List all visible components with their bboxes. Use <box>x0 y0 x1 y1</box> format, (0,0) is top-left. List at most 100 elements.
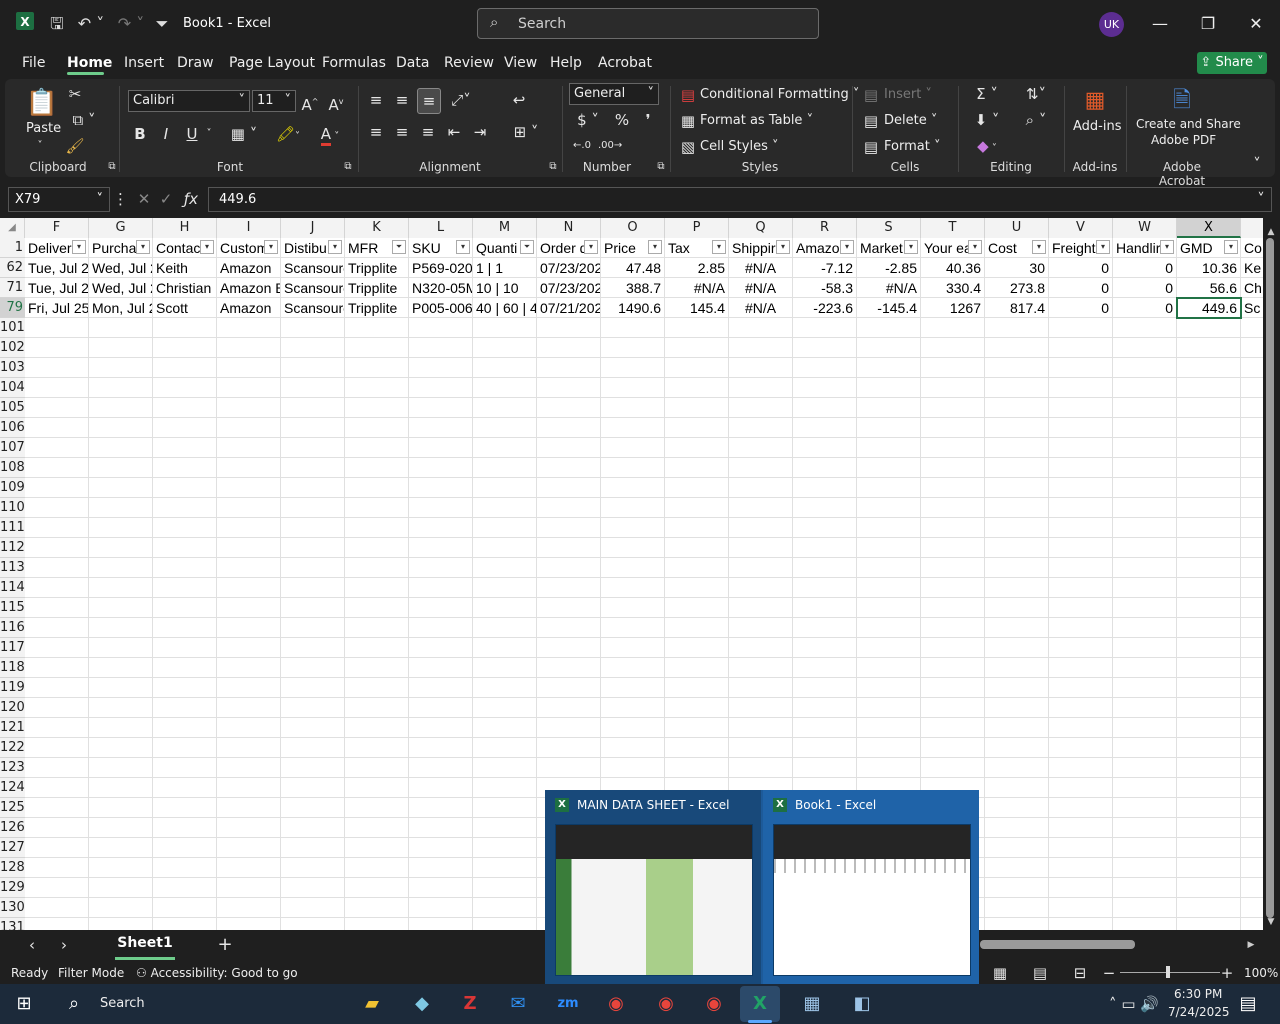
empty-cell[interactable] <box>153 438 217 458</box>
system-tray-icons[interactable]: ˄ ▭ 🔊 <box>1094 992 1174 1016</box>
empty-cell[interactable] <box>473 878 537 898</box>
empty-cell[interactable] <box>537 598 601 618</box>
table-header-cell[interactable]: Cost ▾ <box>985 238 1049 258</box>
empty-cell[interactable] <box>89 758 153 778</box>
empty-cell[interactable] <box>537 578 601 598</box>
empty-cell[interactable] <box>217 338 281 358</box>
empty-cell[interactable] <box>857 318 921 338</box>
empty-cell[interactable] <box>89 698 153 718</box>
empty-cell[interactable] <box>1113 578 1177 598</box>
empty-cell[interactable] <box>153 738 217 758</box>
empty-cell[interactable] <box>921 738 985 758</box>
filter-dropdown-icon[interactable]: ▾ <box>1224 240 1238 254</box>
decrease-decimal-icon[interactable]: .00→ <box>598 134 622 158</box>
underline-button[interactable]: U <box>182 122 202 146</box>
empty-cell[interactable] <box>537 338 601 358</box>
empty-cell[interactable] <box>665 458 729 478</box>
fill-icon[interactable]: ⬇ ˅ <box>966 108 1008 132</box>
empty-cell[interactable] <box>345 578 409 598</box>
empty-cell[interactable] <box>345 458 409 478</box>
empty-cell[interactable] <box>729 518 793 538</box>
empty-cell[interactable] <box>729 638 793 658</box>
empty-cell[interactable] <box>473 338 537 358</box>
increase-font-size-icon[interactable]: A^ <box>300 90 320 114</box>
empty-cell[interactable] <box>985 378 1049 398</box>
empty-cell[interactable] <box>1113 538 1177 558</box>
empty-cell[interactable] <box>345 318 409 338</box>
table-cell[interactable]: Tue, Jul 29 <box>25 278 89 298</box>
empty-cell[interactable] <box>857 638 921 658</box>
empty-cell[interactable] <box>921 438 985 458</box>
empty-cell[interactable] <box>537 618 601 638</box>
app-icon[interactable]: ◆ <box>402 986 442 1022</box>
row-header-106[interactable]: 106 <box>0 418 25 438</box>
column-header-s[interactable]: S <box>857 218 921 238</box>
empty-cell[interactable] <box>217 738 281 758</box>
table-header-cell[interactable]: Custom ▾ <box>217 238 281 258</box>
delete-cells-button[interactable]: Delete ˅ <box>884 110 937 132</box>
empty-cell[interactable] <box>601 758 665 778</box>
empty-cell[interactable] <box>409 758 473 778</box>
empty-cell[interactable] <box>153 398 217 418</box>
empty-cell[interactable] <box>1177 558 1241 578</box>
empty-cell[interactable] <box>793 678 857 698</box>
empty-cell[interactable] <box>473 378 537 398</box>
empty-cell[interactable] <box>985 518 1049 538</box>
empty-cell[interactable] <box>25 458 89 478</box>
empty-cell[interactable] <box>1177 498 1241 518</box>
empty-cell[interactable] <box>1241 418 1263 438</box>
empty-cell[interactable] <box>729 698 793 718</box>
prev-sheet-icon[interactable]: ‹ <box>22 933 42 957</box>
empty-cell[interactable] <box>1177 478 1241 498</box>
empty-cell[interactable] <box>921 698 985 718</box>
column-header-o[interactable]: O <box>601 218 665 238</box>
empty-cell[interactable] <box>985 858 1049 878</box>
format-cells-button[interactable]: Format ˅ <box>884 136 940 158</box>
row-header-126[interactable]: 126 <box>0 818 25 838</box>
empty-cell[interactable] <box>1113 398 1177 418</box>
empty-cell[interactable] <box>409 358 473 378</box>
empty-cell[interactable] <box>1177 438 1241 458</box>
column-header-j[interactable]: J <box>281 218 345 238</box>
empty-cell[interactable] <box>217 478 281 498</box>
filter-dropdown-icon[interactable]: ▾ <box>840 240 854 254</box>
empty-cell[interactable] <box>665 358 729 378</box>
empty-cell[interactable] <box>1113 618 1177 638</box>
empty-cell[interactable] <box>729 738 793 758</box>
empty-cell[interactable] <box>217 458 281 478</box>
restore-button[interactable]: ❐ <box>1184 0 1232 48</box>
empty-cell[interactable] <box>1241 358 1263 378</box>
empty-cell[interactable] <box>25 638 89 658</box>
table-header-cell[interactable]: Contact ▾ <box>153 238 217 258</box>
table-cell[interactable]: 10.36 <box>1177 258 1241 278</box>
empty-cell[interactable] <box>217 638 281 658</box>
empty-cell[interactable] <box>217 398 281 418</box>
empty-cell[interactable] <box>409 498 473 518</box>
empty-cell[interactable] <box>537 398 601 418</box>
empty-cell[interactable] <box>89 678 153 698</box>
empty-cell[interactable] <box>857 718 921 738</box>
empty-cell[interactable] <box>345 778 409 798</box>
empty-cell[interactable] <box>601 478 665 498</box>
more-options-icon[interactable]: ⋮ <box>113 187 128 211</box>
table-cell[interactable]: 40.36 <box>921 258 985 278</box>
empty-cell[interactable] <box>473 558 537 578</box>
align-right-icon[interactable]: ≡ <box>418 120 438 144</box>
empty-cell[interactable] <box>153 918 217 930</box>
empty-cell[interactable] <box>89 378 153 398</box>
empty-cell[interactable] <box>281 398 345 418</box>
empty-cell[interactable] <box>729 478 793 498</box>
search-box[interactable]: ⌕ Search <box>477 8 819 39</box>
empty-cell[interactable] <box>1241 878 1263 898</box>
empty-cell[interactable] <box>25 538 89 558</box>
create-pdf-icon[interactable]: 🗎 <box>1168 86 1196 116</box>
empty-cell[interactable] <box>601 378 665 398</box>
empty-cell[interactable] <box>345 918 409 930</box>
table-cell[interactable]: #N/A <box>729 278 793 298</box>
empty-cell[interactable] <box>793 318 857 338</box>
empty-cell[interactable] <box>345 758 409 778</box>
empty-cell[interactable] <box>473 458 537 478</box>
table-cell[interactable]: P005-006- <box>409 298 473 318</box>
empty-cell[interactable] <box>729 578 793 598</box>
outlook-icon[interactable]: ✉ <box>498 986 538 1022</box>
